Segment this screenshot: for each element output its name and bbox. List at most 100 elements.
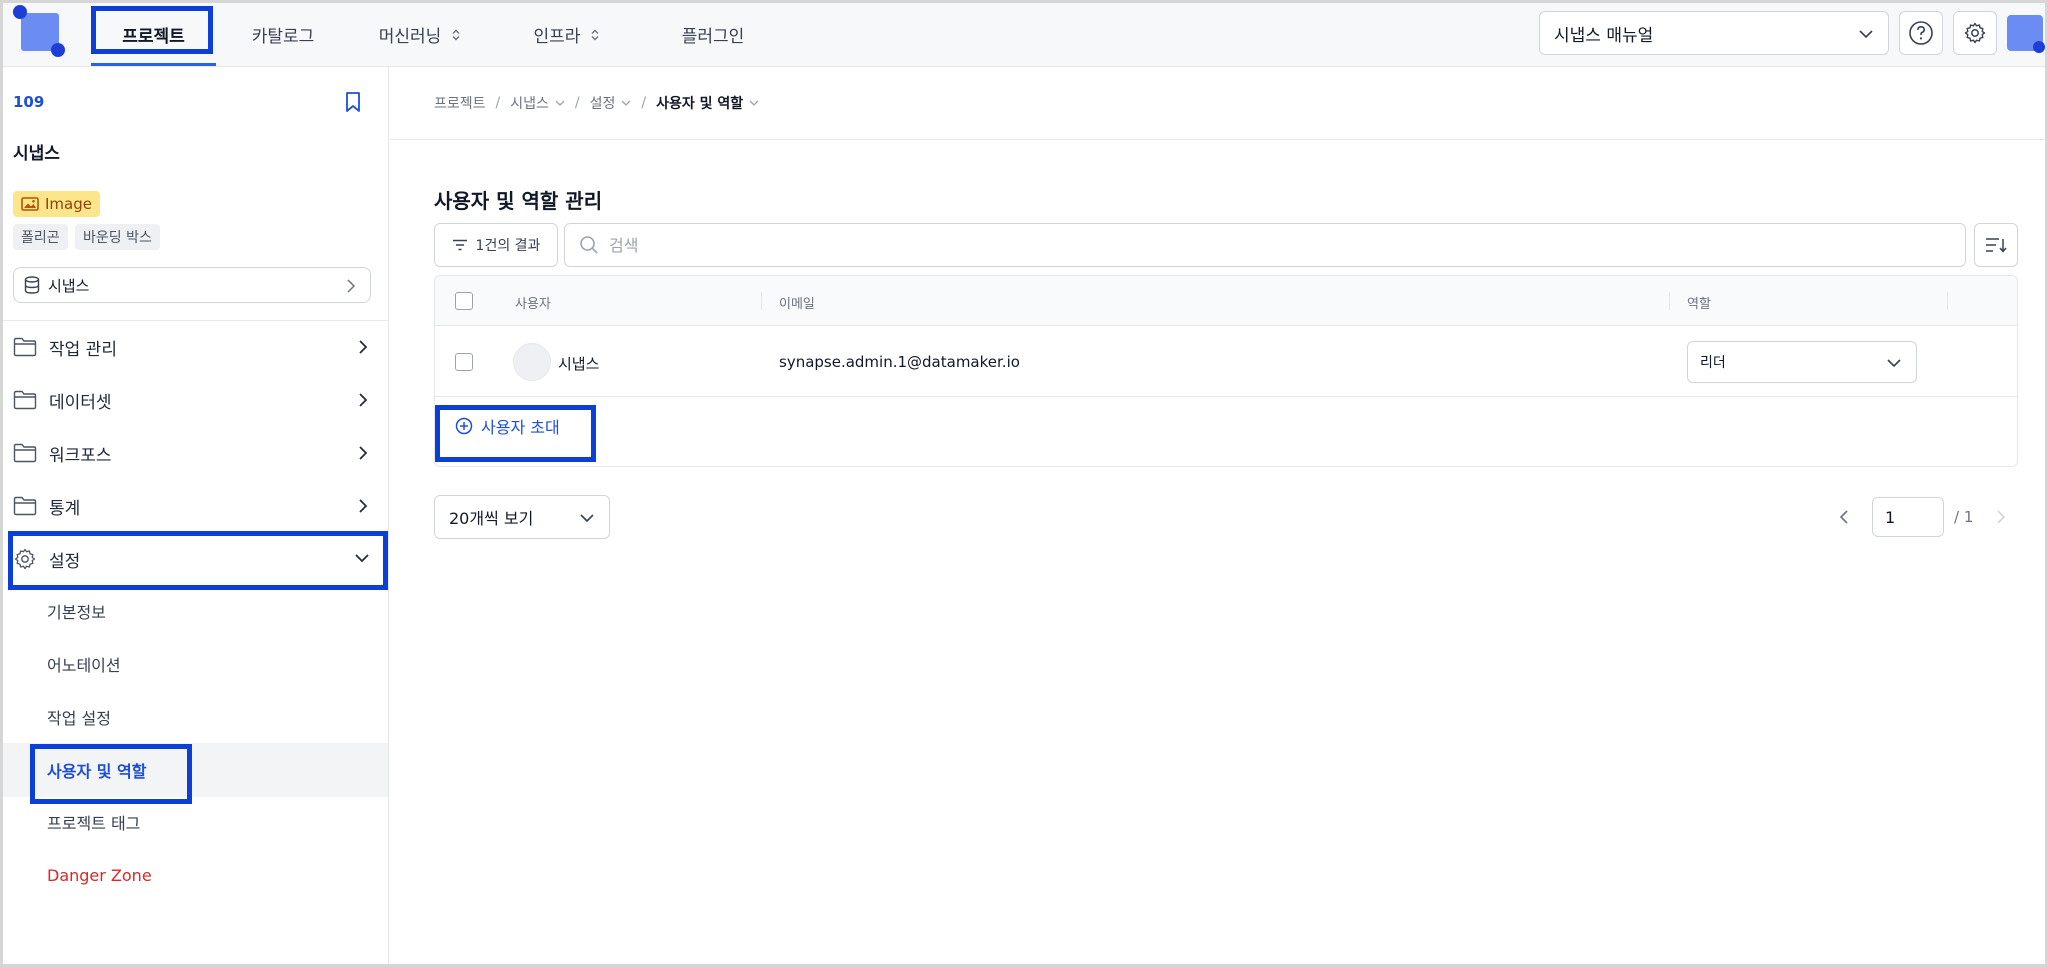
chevron-down-icon <box>1859 30 1873 39</box>
annotation-tag-bbox: 바운딩 박스 <box>75 224 160 250</box>
sidebar-item-task-management[interactable]: 작업 관리 <box>3 323 388 371</box>
sidebar-sub-basic-info[interactable]: 기본정보 <box>47 599 106 623</box>
breadcrumb-item[interactable]: 프로젝트 <box>434 93 486 113</box>
annotation-tag-label: 바운딩 박스 <box>83 230 152 246</box>
annotation-tag-polygon: 폴리곤 <box>13 224 68 250</box>
data-type-label: Image <box>45 195 92 213</box>
chevron-down-icon[interactable] <box>749 99 759 107</box>
folder-icon <box>13 443 37 463</box>
role-select[interactable]: 리더 <box>1687 341 1917 383</box>
annotation-tag-label: 폴리곤 <box>21 230 60 246</box>
invite-user-button[interactable]: 사용자 초대 <box>455 411 560 441</box>
chevron-left-icon[interactable] <box>1838 509 1850 525</box>
chevron-down-icon <box>1887 359 1901 368</box>
settings-button[interactable] <box>1953 11 1997 55</box>
project-id: 109 <box>13 93 45 111</box>
sidebar-item-label: 데이터셋 <box>49 392 112 413</box>
app-logo[interactable] <box>13 5 65 57</box>
question-circle-icon <box>1909 21 1933 45</box>
nav-tab-catalog[interactable]: 카탈로그 <box>233 3 333 66</box>
search-input[interactable] <box>609 235 1909 255</box>
table-header: 사용자 이메일 역할 <box>435 276 2017 326</box>
nav-tab-projects[interactable]: 프로젝트 <box>91 3 216 66</box>
result-count: 1건의 결과 <box>475 238 541 254</box>
help-button[interactable] <box>1899 11 1943 55</box>
sort-icon <box>1986 238 2007 253</box>
database-icon <box>24 276 40 294</box>
column-header-user: 사용자 <box>515 297 551 312</box>
chevron-down-icon <box>355 554 369 563</box>
project-sidebar: 109 시냅스 Image 폴리곤 바운딩 박스 시냅스 작업 관리 데이터셋 <box>3 67 389 964</box>
sidebar-sub-users-roles[interactable]: 사용자 및 역할 <box>47 758 146 782</box>
gear-icon <box>14 548 36 570</box>
active-tab-indicator <box>91 63 216 66</box>
page-title: 사용자 및 역할 관리 <box>434 189 603 213</box>
role-select-value: 리더 <box>1700 355 1726 371</box>
gear-icon <box>1964 22 1986 44</box>
sidebar-sub-label: 어노테이션 <box>47 656 121 675</box>
main-content: 프로젝트 / 시냅스 / 설정 / 사용자 및 역할 사용자 및 역할 관리 1… <box>390 67 2045 964</box>
sidebar-item-label: 작업 관리 <box>49 339 117 360</box>
sidebar-sub-label: 기본정보 <box>47 603 106 622</box>
nav-tab-label: 인프라 <box>533 27 581 47</box>
updown-chevron-icon <box>452 29 460 40</box>
breadcrumb: 프로젝트 / 시냅스 / 설정 / 사용자 및 역할 <box>434 93 759 113</box>
sidebar-item-label: 통계 <box>49 498 81 519</box>
page-number-value: 1 <box>1885 507 1896 527</box>
sidebar-sub-task-settings[interactable]: 작업 설정 <box>47 705 111 729</box>
breadcrumb-separator: / <box>495 95 501 111</box>
breadcrumb-separator: / <box>574 95 580 111</box>
users-table: 사용자 이메일 역할 시냅스 synapse.admin.1@datamaker… <box>434 275 2018 467</box>
column-header-email: 이메일 <box>779 297 815 312</box>
page-number-input[interactable]: 1 <box>1872 497 1944 537</box>
chevron-right-icon <box>359 499 368 513</box>
manual-select[interactable]: 시냅스 매뉴얼 <box>1539 11 1889 55</box>
page-total: / 1 <box>1954 508 1974 526</box>
chevron-down-icon[interactable] <box>621 99 631 107</box>
manual-select-value: 시냅스 매뉴얼 <box>1554 25 1654 46</box>
chevron-down-icon[interactable] <box>555 99 565 107</box>
user-avatar[interactable] <box>2007 15 2045 53</box>
chevron-right-icon <box>347 279 356 293</box>
breadcrumb-item[interactable]: 시냅스 <box>510 93 549 113</box>
nav-tab-plugins[interactable]: 플러그인 <box>663 3 763 66</box>
chevron-right-icon <box>359 446 368 460</box>
sidebar-divider <box>3 320 388 321</box>
nav-tab-infra[interactable]: 인프라 <box>523 3 613 66</box>
user-email: synapse.admin.1@datamaker.io <box>779 353 1020 371</box>
chevron-right-icon[interactable] <box>1995 509 2007 525</box>
updown-chevron-icon <box>591 29 599 40</box>
select-all-checkbox[interactable] <box>455 292 473 310</box>
sidebar-sub-danger-zone[interactable]: Danger Zone <box>47 863 152 887</box>
sidebar-item-datasets[interactable]: 데이터셋 <box>3 376 388 424</box>
chevron-down-icon <box>580 514 594 523</box>
chevron-right-icon <box>359 393 368 407</box>
plus-circle-icon <box>455 417 473 435</box>
dataset-selector[interactable]: 시냅스 <box>13 267 371 303</box>
bookmark-icon[interactable] <box>343 91 363 113</box>
page-size-value: 20개씩 보기 <box>449 509 534 528</box>
page-size-select[interactable]: 20개씩 보기 <box>434 495 610 539</box>
sidebar-item-workforce[interactable]: 워크포스 <box>3 429 388 477</box>
row-checkbox[interactable] <box>455 353 473 371</box>
nav-tab-label: 프로젝트 <box>122 27 185 47</box>
column-header-role: 역할 <box>1687 297 1711 312</box>
top-navigation-bar: 프로젝트 카탈로그 머신러닝 인프라 플러그인 시냅스 매뉴얼 <box>3 3 2045 67</box>
sort-button[interactable] <box>1974 223 2018 267</box>
breadcrumb-current: 사용자 및 역할 <box>656 96 744 112</box>
filter-button[interactable]: 1건의 결과 <box>434 223 558 267</box>
sidebar-sub-label: 프로젝트 태그 <box>47 814 141 833</box>
breadcrumb-item[interactable]: 설정 <box>590 93 616 113</box>
sidebar-sub-annotation[interactable]: 어노테이션 <box>47 652 121 676</box>
search-icon <box>580 236 598 254</box>
column-separator <box>761 292 762 310</box>
sidebar-item-label: 워크포스 <box>49 445 112 466</box>
sidebar-item-settings[interactable]: 설정 <box>3 535 388 583</box>
nav-tab-machine-learning[interactable]: 머신러닝 <box>371 3 471 66</box>
search-box[interactable] <box>564 223 1966 267</box>
sidebar-sub-label: 사용자 및 역할 <box>47 762 147 781</box>
chevron-right-icon <box>359 340 368 354</box>
sidebar-sub-project-tags[interactable]: 프로젝트 태그 <box>47 810 140 834</box>
filter-icon <box>452 239 467 251</box>
sidebar-item-statistics[interactable]: 통계 <box>3 482 388 530</box>
